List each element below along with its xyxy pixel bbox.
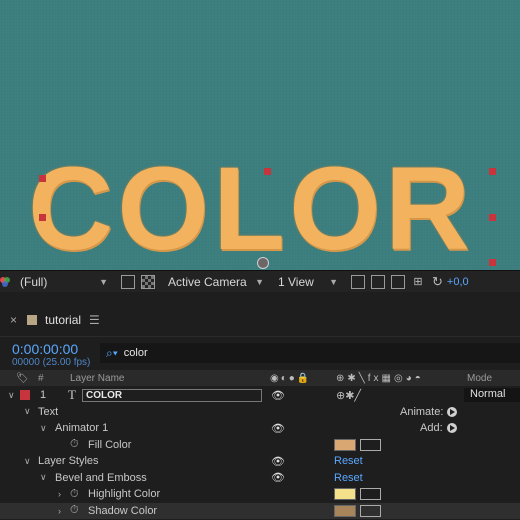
play-arrow-icon [446, 423, 457, 434]
chevron-down-icon: ▼ [99, 277, 108, 287]
tab-label: tutorial [45, 313, 82, 327]
blend-mode-dropdown[interactable]: Normal [464, 388, 520, 403]
column-mode: Mode [467, 372, 493, 384]
text-group-label: Text [38, 405, 59, 418]
layer-label-color[interactable] [20, 390, 30, 401]
search-input[interactable]: color [124, 347, 148, 359]
bounding-handle[interactable] [39, 175, 46, 182]
animator-row[interactable]: ∨ Animator 1 👁 Add: [0, 420, 520, 437]
visibility-eye-icon[interactable]: 👁 [271, 471, 285, 484]
animator-label: Animator 1 [55, 422, 109, 435]
play-arrow-icon [447, 406, 458, 417]
composition-viewer[interactable]: COLOR [0, 0, 520, 270]
bounding-handle[interactable] [489, 259, 496, 266]
fill-color-label: Fill Color [88, 438, 132, 451]
eyedropper-icon[interactable] [360, 504, 381, 517]
bevel-emboss-row[interactable]: ∨ Bevel and Emboss 👁 Reset [0, 470, 520, 487]
chevron-down-icon[interactable]: ∨ [24, 456, 31, 467]
camera-dropdown[interactable]: Active Camera ▼ [164, 273, 268, 291]
view-layout-value: 1 View [278, 275, 314, 289]
close-icon[interactable]: × [10, 313, 17, 327]
column-number: # [38, 372, 44, 384]
eyedropper-icon[interactable] [360, 488, 381, 501]
bounding-handle[interactable] [489, 168, 496, 175]
exposure-value[interactable]: +0,0 [447, 276, 469, 288]
fast-previews-icon[interactable] [371, 275, 385, 289]
switches-icons: ⊕✱╲fx▦◎◕◓ [336, 372, 424, 384]
time-bar: 0:00:00:00 00000 (25.00 fps) ⌕▾ color [0, 337, 520, 371]
timeline-tabbar: × tutorial ☰ [0, 292, 520, 337]
camera-value: Active Camera [168, 275, 247, 289]
menu-icon[interactable]: ☰ [89, 313, 100, 327]
composition-text[interactable]: COLOR [28, 150, 474, 268]
timeline-icon[interactable] [391, 275, 405, 289]
visibility-eye-icon[interactable]: 👁 [271, 389, 285, 402]
layer-row[interactable]: ∨ 1 T COLOR 👁 ⊕✱╱ Normal [0, 387, 520, 404]
resolution-value: (Full) [20, 275, 48, 289]
chevron-down-icon: ▼ [255, 277, 264, 287]
toggle-pixel-aspect-icon[interactable] [351, 275, 365, 289]
text-layer-icon: T [68, 387, 76, 403]
bevel-emboss-label: Bevel and Emboss [55, 471, 147, 484]
bounding-handle[interactable] [264, 168, 271, 175]
chevron-down-icon[interactable]: ∨ [24, 406, 31, 417]
anchor-point[interactable] [257, 257, 269, 269]
add-label: Add: [420, 422, 443, 435]
layer-switches-icon[interactable]: ⊕✱╱ [336, 389, 361, 402]
bounding-handle[interactable] [489, 214, 496, 221]
text-group-row[interactable]: ∨ Text Animate: [0, 404, 520, 421]
highlight-color-row[interactable]: › ⏱ Highlight Color [0, 486, 520, 503]
stopwatch-icon[interactable]: ⏱ [70, 438, 79, 451]
stopwatch-icon[interactable]: ⏱ [70, 504, 79, 517]
color-wheel-icon[interactable] [0, 273, 10, 291]
column-header: 🏷 # Layer Name ◉◐●🔒 ⊕✱╲fx▦◎◕◓ Mode [0, 370, 520, 386]
chevron-right-icon[interactable]: › [58, 489, 61, 499]
viewer-toolbar: (Full) ▼ Active Camera ▼ 1 View ▼ ⊞ ↻ +0… [0, 270, 520, 293]
flowchart-icon[interactable]: ⊞ [411, 275, 425, 289]
av-features-icons: ◉◐●🔒 [270, 372, 312, 384]
eyedropper-icon[interactable] [360, 438, 381, 451]
fill-color-row[interactable]: ⏱ Fill Color [0, 437, 520, 454]
layer-name-field[interactable]: COLOR [82, 388, 262, 402]
layer-tree: ∨ 1 T COLOR 👁 ⊕✱╱ Normal ∨ Text Animate:… [0, 387, 520, 519]
timeline-panel: × tutorial ☰ 0:00:00:00 00000 (25.00 fps… [0, 292, 520, 520]
reset-link[interactable]: Reset [334, 472, 363, 484]
fill-color-swatch[interactable] [334, 438, 356, 451]
view-layout-dropdown[interactable]: 1 View ▼ [274, 273, 342, 291]
layer-styles-row[interactable]: ∨ Layer Styles 👁 Reset [0, 453, 520, 470]
chevron-down-icon[interactable]: ∨ [40, 472, 47, 483]
layer-styles-label: Layer Styles [38, 455, 99, 468]
add-button[interactable]: Add: [420, 422, 457, 434]
transparency-grid-icon[interactable] [141, 275, 155, 289]
reset-link[interactable]: Reset [334, 455, 363, 467]
region-of-interest-icon[interactable] [121, 275, 135, 289]
animate-label: Animate: [400, 405, 444, 418]
search-field[interactable]: ⌕▾ color [100, 343, 520, 363]
shadow-color-row[interactable]: › ⏱ Shadow Color [0, 502, 520, 519]
frame-count: 00000 (25.00 fps) [12, 357, 91, 368]
chevron-down-icon[interactable]: ∨ [40, 423, 47, 434]
highlight-color-swatch[interactable] [334, 488, 356, 501]
shadow-color-label: Shadow Color [88, 504, 158, 517]
label-tag-icon[interactable]: 🏷 [16, 373, 29, 384]
reset-exposure-icon[interactable]: ↻ [432, 274, 443, 290]
bounding-handle[interactable] [39, 214, 46, 221]
highlight-color-label: Highlight Color [88, 488, 161, 501]
chevron-right-icon[interactable]: › [58, 506, 61, 516]
tab-tutorial[interactable]: × tutorial ☰ [10, 306, 100, 334]
animate-button[interactable]: Animate: [400, 405, 458, 418]
resolution-dropdown[interactable]: (Full) ▼ [16, 273, 112, 291]
search-icon[interactable]: ⌕▾ [106, 346, 118, 361]
composition-swatch [27, 315, 38, 325]
shadow-color-swatch[interactable] [334, 504, 356, 517]
layer-number: 1 [40, 389, 47, 402]
current-timecode[interactable]: 0:00:00:00 [12, 341, 78, 357]
stopwatch-icon[interactable]: ⏱ [70, 488, 79, 501]
chevron-down-icon: ▼ [329, 277, 338, 287]
visibility-eye-icon[interactable]: 👁 [271, 455, 285, 468]
visibility-eye-icon[interactable]: 👁 [271, 422, 285, 435]
chevron-down-icon[interactable]: ∨ [8, 390, 15, 401]
column-layer-name[interactable]: Layer Name [70, 373, 124, 384]
